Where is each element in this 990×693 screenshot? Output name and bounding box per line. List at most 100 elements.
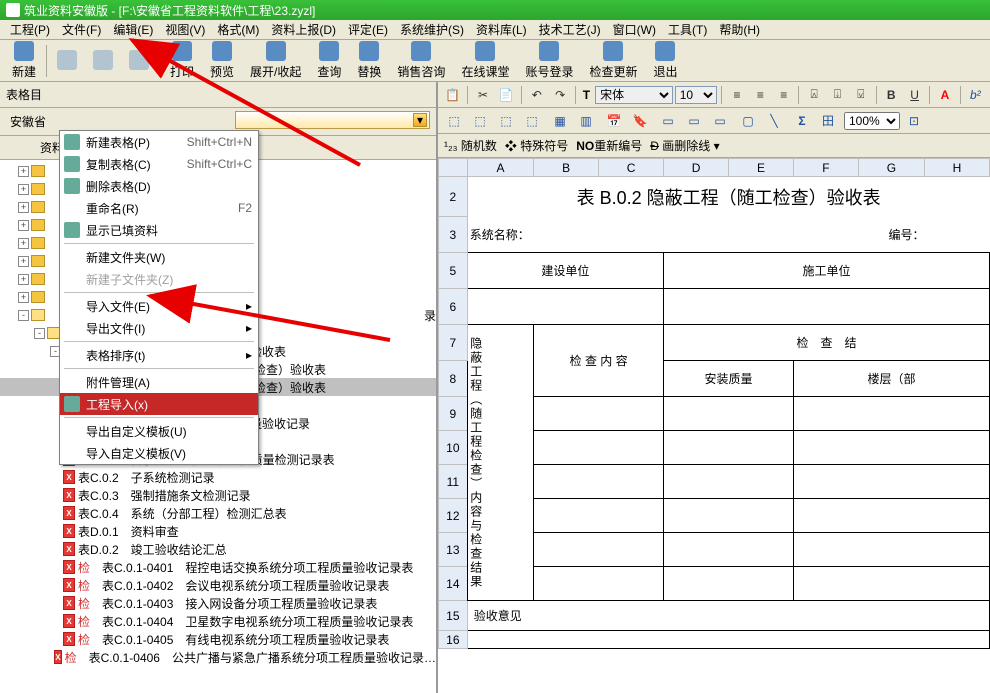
cell[interactable] xyxy=(664,465,794,499)
tree-item[interactable]: X表C.0.3 强制措施条文检测记录 xyxy=(0,486,436,504)
cell[interactable] xyxy=(534,465,664,499)
row-header[interactable]: 8 xyxy=(439,361,468,397)
zoom-select[interactable]: 100% xyxy=(844,112,900,130)
cut-icon[interactable]: ✂ xyxy=(472,85,493,105)
expand-icon[interactable]: + xyxy=(18,166,29,177)
row-header[interactable]: 14 xyxy=(439,567,468,601)
shape-line-icon[interactable]: ╲ xyxy=(762,111,786,131)
menu-item[interactable]: 系统维护(S) xyxy=(394,19,470,40)
dropdown-icon[interactable]: ▾ xyxy=(413,113,427,127)
text-mode-icon[interactable]: T xyxy=(580,88,593,102)
ungroup-icon[interactable]: ▭ xyxy=(682,111,706,131)
formula-icon[interactable]: b² xyxy=(965,85,986,105)
expand-icon[interactable]: + xyxy=(18,184,29,195)
menu-item[interactable]: 编辑(E) xyxy=(107,19,159,40)
tree-item[interactable]: X表C.0.2 子系统检测记录 xyxy=(0,468,436,486)
size-select[interactable]: 10 xyxy=(675,86,718,104)
ctx-item[interactable]: 表格排序(t)▸ xyxy=(60,344,258,366)
row-header[interactable]: 3 xyxy=(439,217,468,253)
ctx-item[interactable]: 导出文件(I)▸ xyxy=(60,317,258,339)
cell[interactable] xyxy=(534,499,664,533)
col-header[interactable]: H xyxy=(924,159,989,177)
font-color-icon[interactable]: A xyxy=(934,85,955,105)
row-header[interactable]: 12 xyxy=(439,499,468,533)
insert-col-right-icon[interactable]: ⬚ xyxy=(520,111,544,131)
row-header[interactable]: 10 xyxy=(439,431,468,465)
cell[interactable] xyxy=(793,499,989,533)
strike-btn[interactable]: Đ 画删除线 ▾ xyxy=(650,137,719,154)
cell[interactable]: 检 查 内 容 xyxy=(534,325,664,397)
special-char-btn[interactable]: ❖ 特殊符号 xyxy=(505,137,568,154)
insert-row-below-icon[interactable]: ⬚ xyxy=(468,111,492,131)
stamp-icon[interactable]: 🔖 xyxy=(628,111,652,131)
split-icon[interactable]: ▥ xyxy=(574,111,598,131)
calendar-icon[interactable]: 📅 xyxy=(602,111,626,131)
ctx-item[interactable]: 显示已填资料 xyxy=(60,219,258,241)
bold-icon[interactable]: B xyxy=(881,85,902,105)
cell[interactable] xyxy=(664,431,794,465)
toolbar-btn[interactable]: 打印 xyxy=(162,39,202,82)
cell[interactable]: 验收意见 xyxy=(467,601,989,631)
renumber-btn[interactable]: NO重新编号 xyxy=(576,137,642,154)
col-header[interactable]: D xyxy=(664,159,729,177)
menu-item[interactable]: 帮助(H) xyxy=(713,19,766,40)
random-btn[interactable]: ¹₂₃ 随机数 xyxy=(444,137,497,154)
col-header[interactable]: A xyxy=(467,159,534,177)
cell[interactable]: 建设单位 xyxy=(467,253,663,289)
col-header[interactable]: B xyxy=(534,159,599,177)
cell[interactable]: 编号： xyxy=(858,217,924,253)
cell[interactable]: 安装质量 xyxy=(664,361,794,397)
tree-item[interactable]: X表D.0.1 资料审查 xyxy=(0,522,436,540)
expand-icon[interactable]: + xyxy=(18,256,29,267)
toolbar-btn[interactable]: 新建 xyxy=(4,39,44,82)
copy-icon[interactable]: 📋 xyxy=(442,85,463,105)
tree-item[interactable]: X检 表C.0.1-0401 程控电话交换系统分项工程质量验收记录表 xyxy=(0,558,436,576)
row-header[interactable]: 6 xyxy=(439,289,468,325)
underline-icon[interactable]: U xyxy=(904,85,925,105)
menu-item[interactable]: 技术工艺(J) xyxy=(533,19,607,40)
cell[interactable]: 检 查 结 xyxy=(664,325,990,361)
font-select[interactable]: 宋体 xyxy=(595,86,673,104)
cell[interactable]: 表 B.0.2 隐蔽工程（随工检查）验收表 xyxy=(467,177,989,217)
expand-icon[interactable]: + xyxy=(18,220,29,231)
ctx-item[interactable]: 新建表格(P)Shift+Ctrl+N xyxy=(60,131,258,153)
row-header[interactable]: 2 xyxy=(439,177,468,217)
ctx-item[interactable]: 工程导入(x) xyxy=(60,393,258,415)
align-center-icon[interactable]: ≡ xyxy=(750,85,771,105)
group-icon[interactable]: ▭ xyxy=(656,111,680,131)
row-header[interactable]: 7 xyxy=(439,325,468,361)
ctx-item[interactable]: 附件管理(A) xyxy=(60,371,258,393)
row-header[interactable]: 16 xyxy=(439,631,468,649)
cell[interactable]: 隐蔽工程（随工程检查）内容与检查结果 xyxy=(467,325,534,601)
cell[interactable] xyxy=(793,397,989,431)
cell[interactable] xyxy=(534,397,664,431)
cell[interactable]: 楼层（部 xyxy=(793,361,989,397)
cell[interactable] xyxy=(467,289,663,325)
expand-icon[interactable]: - xyxy=(18,310,29,321)
col-header[interactable]: F xyxy=(793,159,858,177)
menu-item[interactable]: 工程(P) xyxy=(4,19,56,40)
cell[interactable] xyxy=(467,631,989,649)
col-header[interactable]: E xyxy=(729,159,794,177)
cell[interactable] xyxy=(664,397,794,431)
cell[interactable]: 系统名称： xyxy=(467,217,534,253)
ctx-item[interactable]: 重命名(R)F2 xyxy=(60,197,258,219)
cell[interactable] xyxy=(664,567,794,601)
toolbar-btn[interactable]: 账号登录 xyxy=(517,39,581,82)
paste-icon[interactable]: 📄 xyxy=(496,85,517,105)
toolbar-btn[interactable]: 在线课堂 xyxy=(453,39,517,82)
valign-bot-icon[interactable]: ⍌ xyxy=(850,85,871,105)
crumb-root[interactable]: 安徽省 xyxy=(6,111,50,132)
cell[interactable] xyxy=(664,533,794,567)
cell[interactable] xyxy=(534,567,664,601)
row-header[interactable]: 5 xyxy=(439,253,468,289)
cell[interactable] xyxy=(534,431,664,465)
toolbar-btn[interactable]: 替换 xyxy=(349,39,389,82)
tree-item[interactable]: X检 表C.0.1-0405 有线电视系统分项工程质量验收记录表 xyxy=(0,630,436,648)
left-tab-header[interactable]: 表格目 xyxy=(0,82,436,108)
undo-icon[interactable]: ↶ xyxy=(526,85,547,105)
tree-item[interactable]: X检 表C.0.1-0402 会议电视系统分项工程质量验收记录表 xyxy=(0,576,436,594)
insert-col-left-icon[interactable]: ⬚ xyxy=(494,111,518,131)
toolbar-btn[interactable]: 预览 xyxy=(202,39,242,82)
cell[interactable]: 施工单位 xyxy=(664,253,990,289)
